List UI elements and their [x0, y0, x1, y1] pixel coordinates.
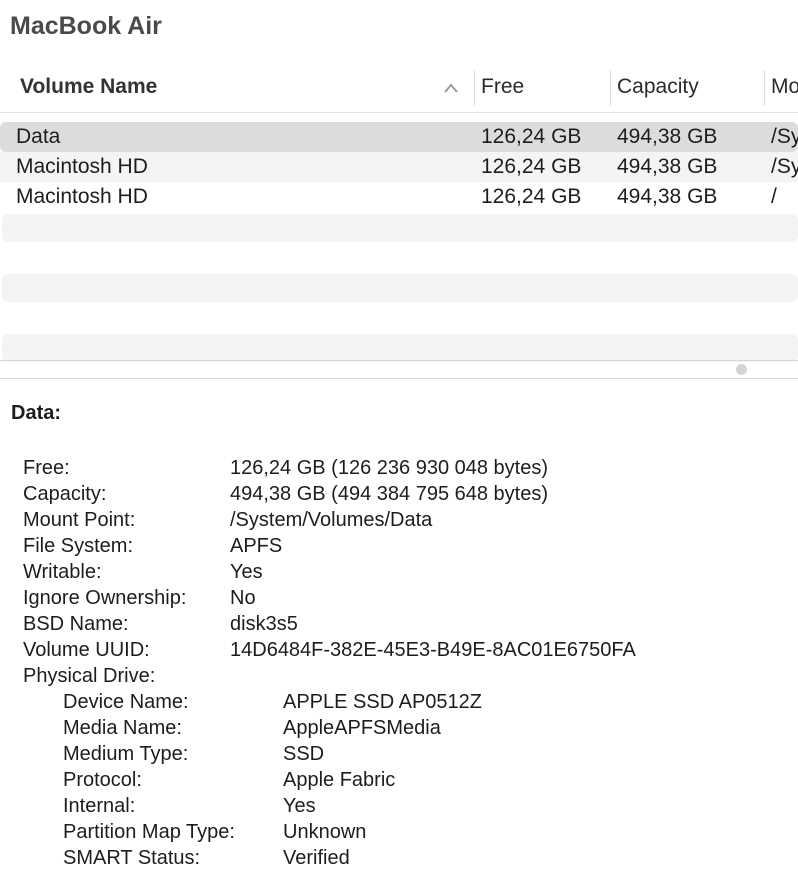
- detail-value: Unknown: [283, 821, 367, 843]
- split-view-handle[interactable]: [736, 364, 747, 375]
- detail-title: Data:: [11, 402, 62, 424]
- detail-value: 494,38 GB (494 384 795 648 bytes): [230, 483, 549, 505]
- column-divider[interactable]: [474, 70, 475, 106]
- table-row[interactable]: Macintosh HD 126,24 GB 494,38 GB /: [0, 182, 798, 212]
- detail-value: Apple Fabric: [283, 769, 396, 791]
- detail-value: /System/Volumes/Data: [230, 509, 433, 531]
- detail-label: Partition Map Type:: [63, 821, 235, 843]
- detail-label: Mount Point:: [23, 509, 136, 531]
- split-divider: [0, 378, 798, 379]
- detail-value: Yes: [283, 795, 316, 817]
- detail-label: Protocol:: [63, 769, 142, 791]
- detail-label: Media Name:: [63, 717, 182, 739]
- volume-name-cell: Macintosh HD: [16, 185, 148, 208]
- detail-value: 126,24 GB (126 236 930 048 bytes): [230, 457, 549, 479]
- detail-value: APFS: [230, 535, 283, 557]
- detail-label: Medium Type:: [63, 743, 189, 765]
- mount-point-cell: /System/Volumes/Update/mnt1: [771, 155, 798, 178]
- detail-label: Capacity:: [23, 483, 107, 505]
- mount-point-cell: /System/Volumes/Data: [771, 125, 798, 148]
- empty-row: [2, 334, 798, 362]
- capacity-cell: 494,38 GB: [617, 185, 718, 208]
- detail-label: Device Name:: [63, 691, 189, 713]
- free-cell: 126,24 GB: [481, 125, 582, 148]
- free-cell: 126,24 GB: [481, 155, 582, 178]
- empty-row: [2, 274, 798, 302]
- window-title: MacBook Air: [10, 12, 162, 40]
- volume-name-cell: Macintosh HD: [16, 155, 148, 178]
- detail-value: AppleAPFSMedia: [283, 717, 441, 739]
- volume-name-cell: Data: [16, 125, 61, 148]
- table-row[interactable]: Macintosh HD 126,24 GB 494,38 GB /System…: [0, 152, 798, 182]
- detail-label: Writable:: [23, 561, 102, 583]
- mount-point-cell: /: [771, 185, 777, 208]
- column-divider[interactable]: [610, 70, 611, 106]
- table-header: Volume Name Free Capacity Mount Point: [0, 64, 798, 113]
- detail-value: disk3s5: [230, 613, 298, 635]
- detail-value: APPLE SSD AP0512Z: [283, 691, 483, 713]
- column-divider[interactable]: [764, 70, 765, 106]
- detail-label: Internal:: [63, 795, 136, 817]
- column-header-capacity[interactable]: Capacity: [617, 64, 757, 112]
- empty-row: [2, 214, 798, 242]
- chevron-up-icon[interactable]: [443, 82, 459, 94]
- detail-label: Free:: [23, 457, 70, 479]
- table-row[interactable]: Data 126,24 GB 494,38 GB /System/Volumes…: [0, 122, 798, 152]
- detail-value: No: [230, 587, 256, 609]
- detail-value: SSD: [283, 743, 325, 765]
- detail-value: 14D6484F-382E-45E3-B49E-8AC01E6750FA: [230, 639, 636, 661]
- detail-label: BSD Name:: [23, 613, 129, 635]
- free-cell: 126,24 GB: [481, 185, 582, 208]
- volume-list: Data 126,24 GB 494,38 GB /System/Volumes…: [0, 122, 798, 362]
- capacity-cell: 494,38 GB: [617, 155, 718, 178]
- detail-value: Yes: [230, 561, 263, 583]
- column-header-mount-point[interactable]: Mount Point: [771, 64, 798, 112]
- detail-label: SMART Status:: [63, 847, 201, 869]
- column-header-volume-name[interactable]: Volume Name: [20, 64, 440, 112]
- detail-label: File System:: [23, 535, 134, 557]
- detail-label: Physical Drive:: [23, 665, 156, 687]
- detail-label: Ignore Ownership:: [23, 587, 187, 609]
- capacity-cell: 494,38 GB: [617, 125, 718, 148]
- column-header-free[interactable]: Free: [481, 64, 601, 112]
- detail-value: Verified: [283, 847, 350, 869]
- detail-label: Volume UUID:: [23, 639, 150, 661]
- split-divider: [0, 360, 798, 361]
